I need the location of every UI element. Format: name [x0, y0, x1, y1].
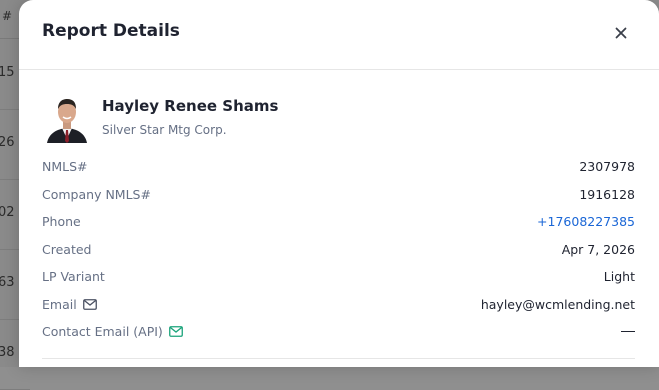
table-cell: 02 [0, 205, 15, 220]
detail-label: Email [42, 296, 77, 312]
detail-value: 2307978 [579, 159, 635, 174]
detail-value: Light [603, 269, 635, 284]
detail-value: Apr 7, 2026 [561, 241, 635, 257]
avatar [45, 95, 89, 143]
detail-label-wrap: Email [42, 297, 97, 312]
detail-label-wrap: Contact Email (API) [42, 324, 183, 339]
profile-company: Silver Star Mtg Corp. [102, 123, 227, 137]
detail-row-email: Email hayley@wcmlending.net [42, 296, 635, 324]
details-list: NMLS# 2307978 Company NMLS# 1916128 Phon… [42, 158, 635, 351]
detail-row-created: Created Apr 7, 2026 [42, 241, 635, 269]
detail-row-lp-variant: LP Variant Light [42, 268, 635, 296]
empty-dash: — [621, 330, 635, 333]
detail-label: Company NMLS# [42, 186, 151, 202]
close-button[interactable] [611, 23, 631, 43]
detail-row-phone: Phone +17608227385 [42, 213, 635, 241]
detail-label: Phone [42, 214, 81, 229]
column-header-number: # [1, 9, 12, 23]
detail-row-company-nmls: Company NMLS# 1916128 [42, 186, 635, 214]
table-cell: 38 [0, 345, 15, 360]
detail-row-contact-email-api: Contact Email (API) — [42, 323, 635, 351]
detail-label: NMLS# [42, 159, 88, 174]
detail-row-nmls: NMLS# 2307978 [42, 158, 635, 186]
modal-title: Report Details [42, 21, 180, 41]
detail-value-empty: — [621, 324, 635, 339]
mail-icon[interactable] [82, 298, 97, 310]
table-cell: 63 [0, 275, 15, 290]
close-icon [615, 27, 627, 39]
modal-header: Report Details [19, 0, 659, 70]
table-cell: 26 [0, 135, 15, 150]
mail-icon[interactable] [168, 326, 183, 337]
profile-section: Hayley Renee Shams Silver Star Mtg Corp. [42, 95, 642, 145]
divider [42, 358, 635, 359]
detail-value: 1916128 [579, 186, 635, 202]
detail-label: Contact Email (API) [42, 324, 163, 339]
table-cell: 15 [0, 65, 15, 80]
detail-value: hayley@wcmlending.net [480, 296, 635, 312]
detail-label: Created [42, 241, 92, 257]
detail-label: LP Variant [42, 269, 105, 284]
profile-name: Hayley Renee Shams [102, 97, 279, 115]
report-details-modal: Report Details Hayley Renee Shams Silver… [19, 0, 659, 367]
phone-link[interactable]: +17608227385 [537, 214, 635, 229]
